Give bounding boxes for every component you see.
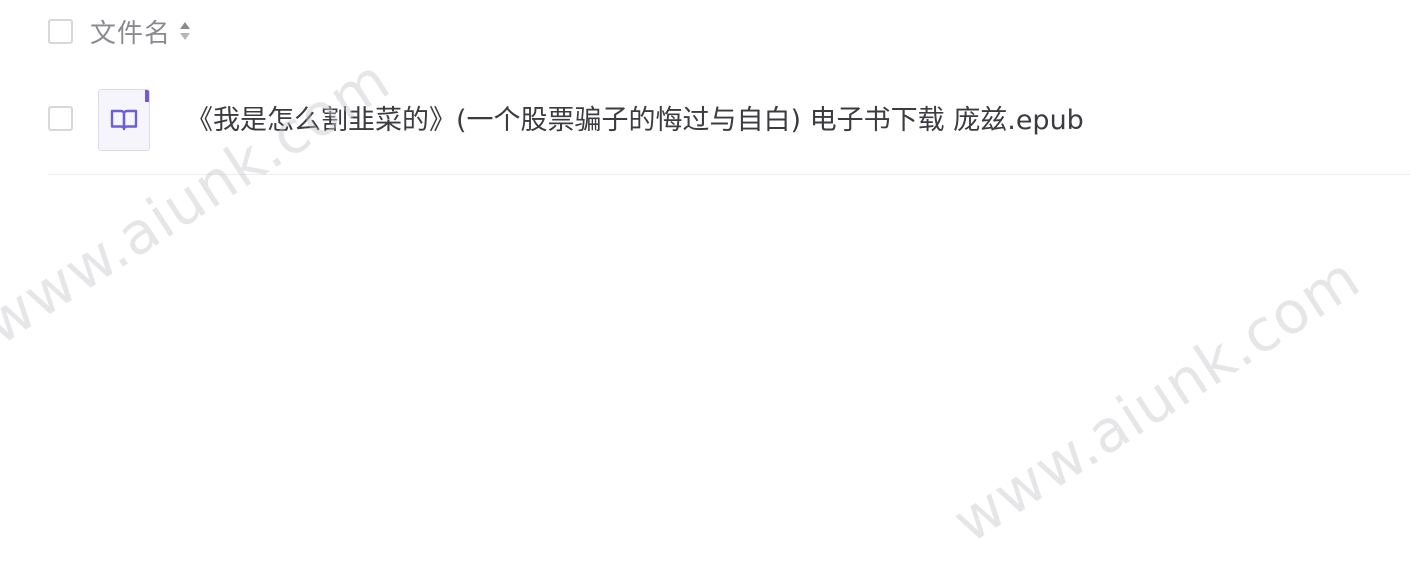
file-list-page: 文件名 《我是怎么割韭菜的》(一个股票骗子的悔过与自白) 电子书下载 庞兹.ep…: [0, 0, 1410, 588]
sort-icon[interactable]: [179, 19, 191, 43]
table-header: 文件名: [48, 16, 191, 49]
select-all-checkbox[interactable]: [48, 18, 73, 44]
watermark-text: www.aiunk.com: [940, 243, 1372, 556]
file-corner-accent: [145, 90, 149, 102]
row-checkbox[interactable]: [48, 106, 73, 131]
column-title-filename: 文件名: [90, 18, 172, 49]
table-row[interactable]: 《我是怎么割韭菜的》(一个股票骗子的悔过与自白) 电子书下载 庞兹.epub: [48, 86, 1410, 175]
book-icon: [110, 109, 138, 131]
epub-file-icon: [98, 89, 150, 151]
file-name-link[interactable]: 《我是怎么割韭菜的》(一个股票骗子的悔过与自白) 电子书下载 庞兹.epub: [186, 104, 1084, 138]
